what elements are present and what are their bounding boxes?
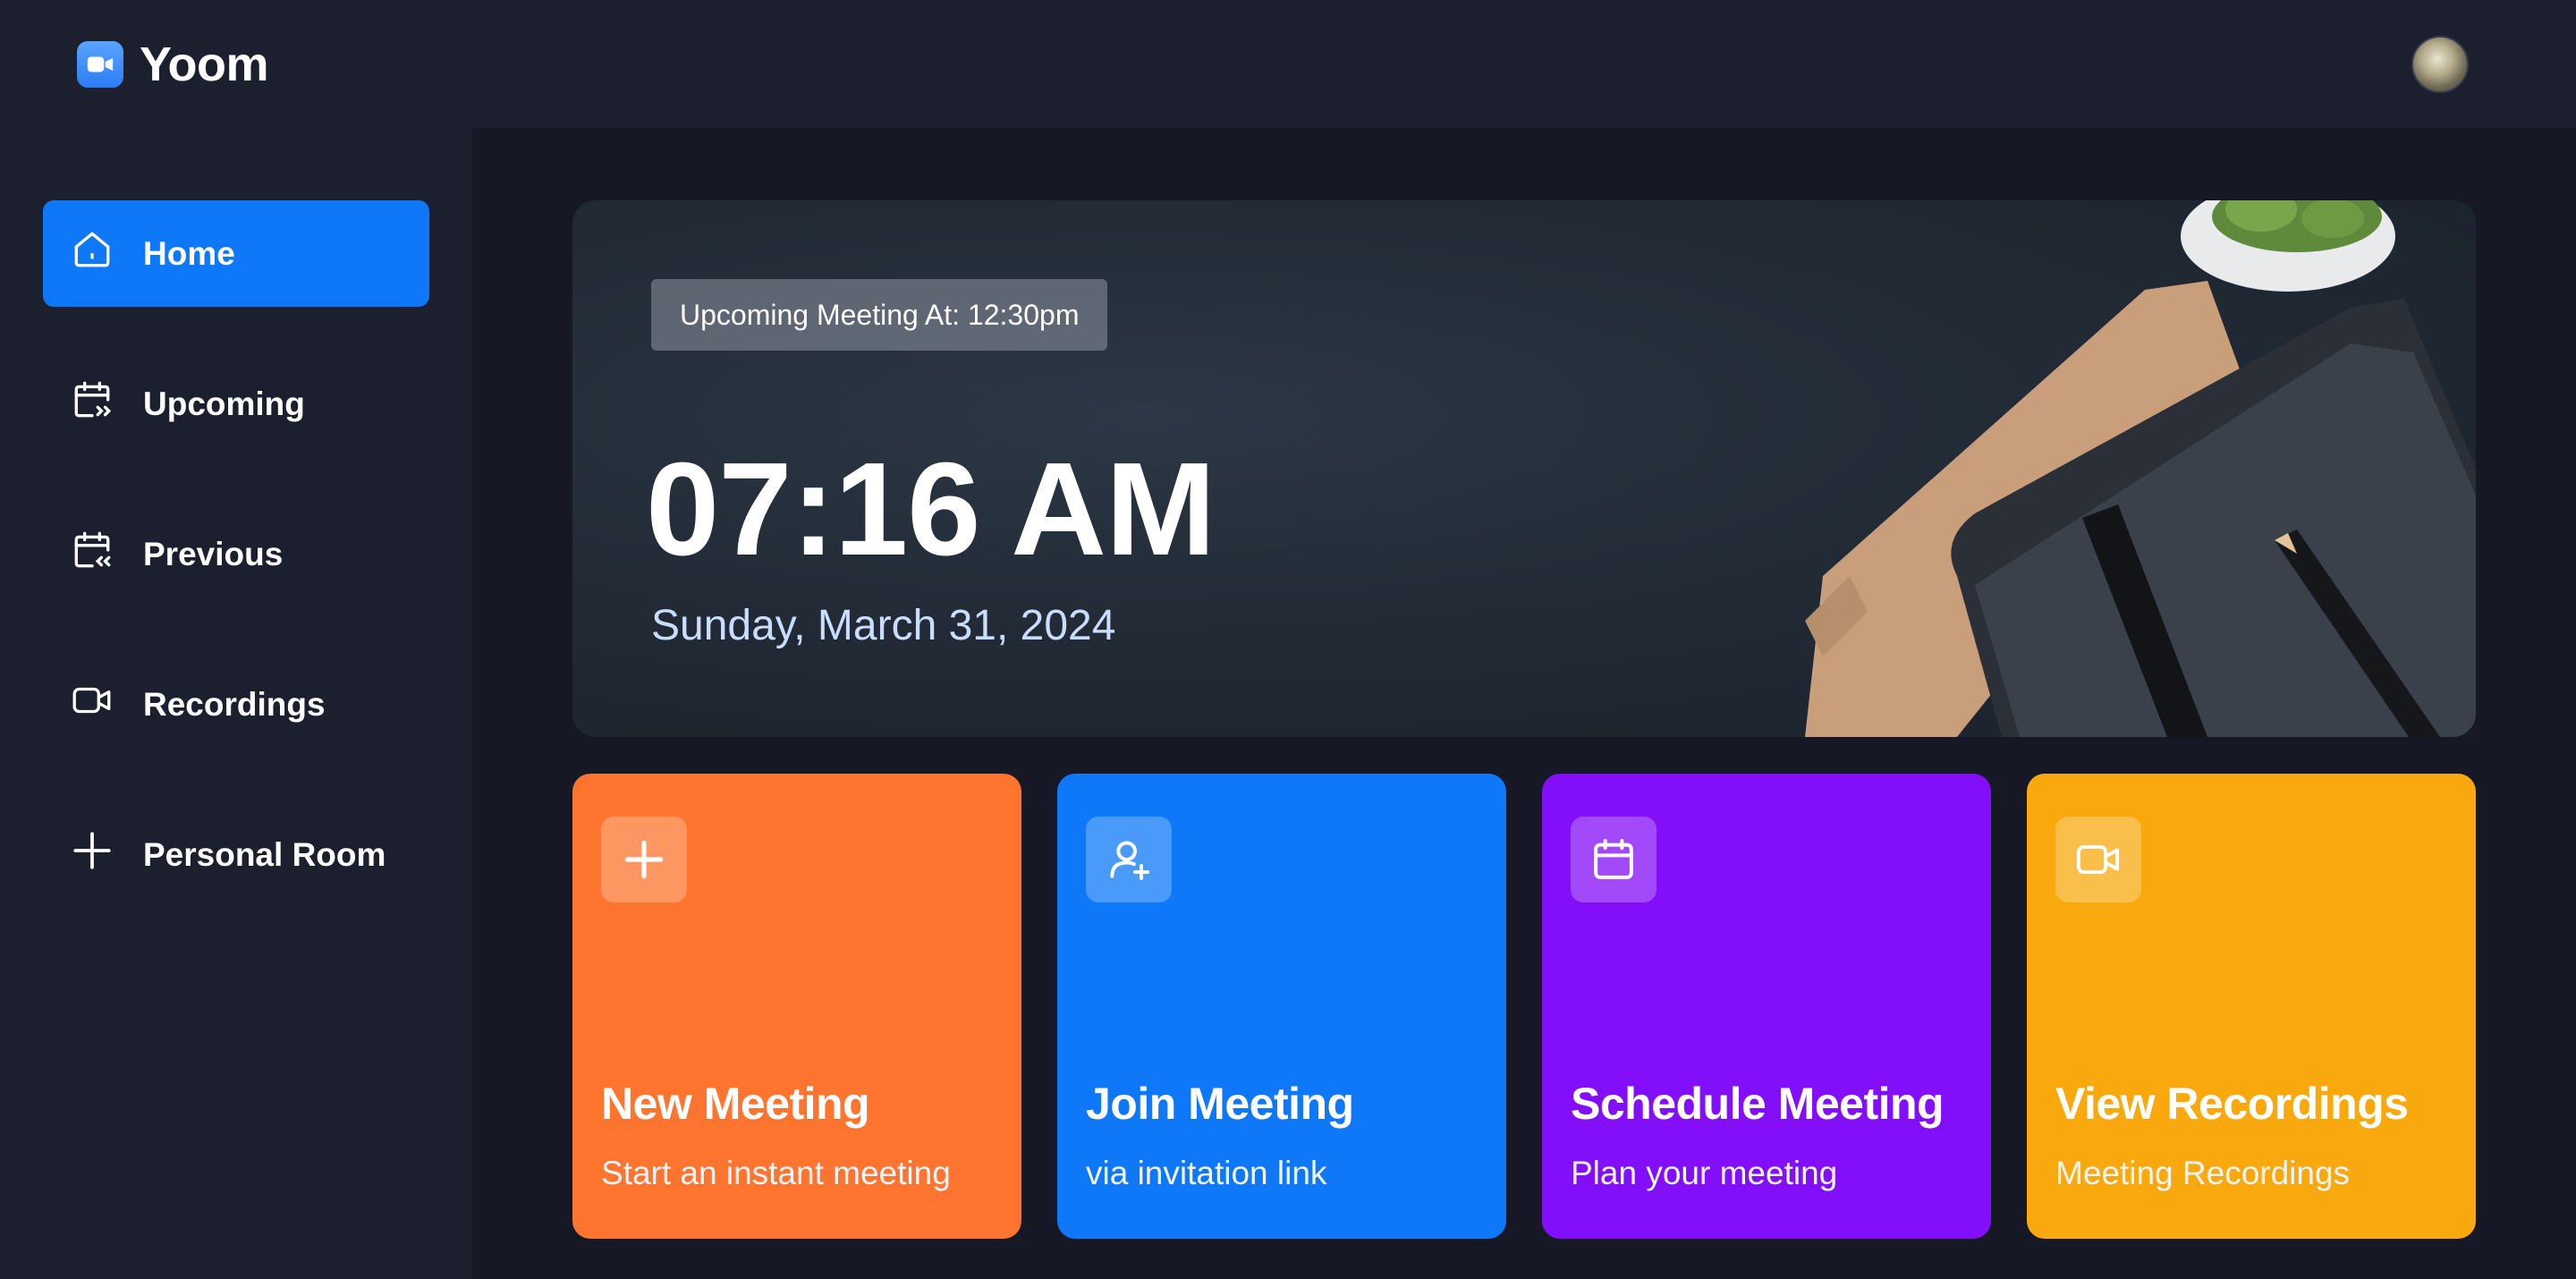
action-cards: New Meeting Start an instant meeting Joi… [572,774,2476,1239]
card-title: View Recordings [2055,1079,2409,1129]
top-navbar: Yoom [0,0,2576,128]
add-user-icon [1086,817,1172,902]
video-icon [2055,817,2141,902]
sidebar-item-upcoming[interactable]: Upcoming [43,351,429,457]
card-subtitle: Meeting Recordings [2055,1155,2351,1191]
brand-link[interactable]: Yoom [77,37,269,92]
card-title: Schedule Meeting [1571,1079,1945,1129]
new-meeting-card[interactable]: New Meeting Start an instant meeting [572,774,1021,1239]
calendar-icon [1571,817,1657,902]
calendar-forward-icon [70,377,114,430]
sidebar: Home Upcoming Previous Recordings Person… [0,128,472,1279]
schedule-meeting-card[interactable]: Schedule Meeting Plan your meeting [1542,774,1991,1239]
card-subtitle: Plan your meeting [1571,1155,1838,1191]
video-icon [70,678,114,731]
video-camera-icon [77,40,123,88]
join-meeting-card[interactable]: Join Meeting via invitation link [1057,774,1506,1239]
sidebar-item-label: Previous [143,535,284,572]
current-date: Sunday, March 31, 2024 [651,602,1116,649]
plus-icon [70,828,114,881]
user-avatar[interactable] [2411,35,2469,93]
hero-banner: Upcoming Meeting At: 12:30pm 07:16 AM Su… [572,200,2476,737]
sidebar-item-label: Recordings [143,685,326,723]
card-title: New Meeting [601,1079,870,1129]
upcoming-meeting-badge: Upcoming Meeting At: 12:30pm [651,279,1108,351]
calendar-back-icon [70,528,114,580]
card-subtitle: Start an instant meeting [601,1155,951,1191]
home-icon [70,227,114,280]
main-content: Upcoming Meeting At: 12:30pm 07:16 AM Su… [472,128,2576,1279]
sidebar-item-personal-room[interactable]: Personal Room [43,801,429,908]
desk-illustration [1805,200,2476,737]
sidebar-item-label: Personal Room [143,835,386,873]
sidebar-item-label: Upcoming [143,385,305,422]
brand-name: Yoom [140,37,269,91]
current-time: 07:16 AM [646,436,1216,583]
sidebar-item-previous[interactable]: Previous [43,501,429,607]
sidebar-item-recordings[interactable]: Recordings [43,651,429,758]
view-recordings-card[interactable]: View Recordings Meeting Recordings [2027,774,2476,1239]
plus-icon [601,817,687,902]
card-title: Join Meeting [1086,1079,1354,1129]
sidebar-item-label: Home [143,234,235,272]
sidebar-item-home[interactable]: Home [43,200,429,307]
card-subtitle: via invitation link [1086,1155,1327,1191]
